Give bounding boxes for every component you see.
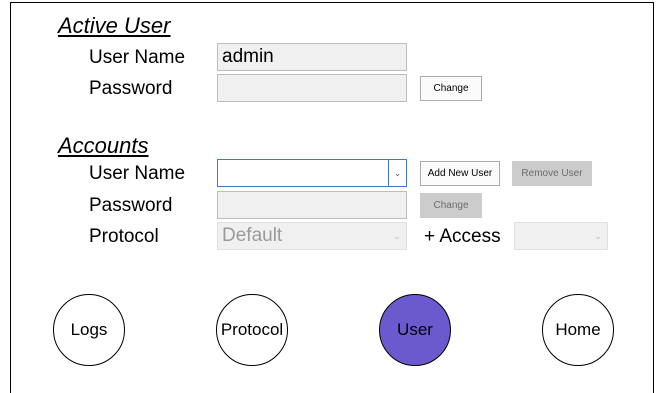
protocol-value: Default bbox=[222, 225, 283, 246]
accounts-title: Accounts bbox=[58, 133, 149, 158]
panel-border-top bbox=[10, 2, 654, 3]
accounts-change-password-button[interactable]: Change bbox=[420, 193, 482, 218]
access-label: + Access bbox=[424, 226, 501, 247]
active-username-field[interactable]: admin bbox=[217, 43, 407, 71]
nav-home-button[interactable]: Home bbox=[542, 294, 614, 366]
panel-border-right bbox=[653, 2, 654, 393]
accounts-username-label: User Name bbox=[89, 163, 186, 184]
accounts-username-dropdown[interactable]: ⌄ bbox=[217, 159, 407, 187]
accounts-password-field[interactable] bbox=[217, 191, 407, 219]
add-new-user-button[interactable]: Add New User bbox=[420, 161, 500, 186]
active-password-field[interactable] bbox=[217, 74, 407, 102]
nav-user-button[interactable]: User bbox=[379, 294, 451, 366]
chevron-down-icon[interactable]: ⌄ bbox=[388, 223, 406, 249]
panel-border-left bbox=[10, 2, 11, 393]
chevron-down-icon[interactable]: ⌄ bbox=[388, 160, 406, 186]
active-username-label: User Name bbox=[89, 47, 186, 68]
nav-logs-button[interactable]: Logs bbox=[53, 294, 125, 366]
access-dropdown[interactable]: ⌄ bbox=[514, 222, 608, 250]
active-user-title: Active User bbox=[58, 13, 171, 38]
nav-protocol-button[interactable]: Protocol bbox=[216, 294, 288, 366]
active-password-label: Password bbox=[89, 78, 173, 99]
active-change-password-button[interactable]: Change bbox=[420, 76, 482, 101]
protocol-dropdown[interactable]: Default ⌄ bbox=[217, 222, 407, 250]
remove-user-button[interactable]: Remove User bbox=[512, 161, 592, 186]
accounts-password-label: Password bbox=[89, 195, 173, 216]
chevron-down-icon[interactable]: ⌄ bbox=[589, 223, 607, 249]
protocol-label: Protocol bbox=[89, 226, 159, 247]
